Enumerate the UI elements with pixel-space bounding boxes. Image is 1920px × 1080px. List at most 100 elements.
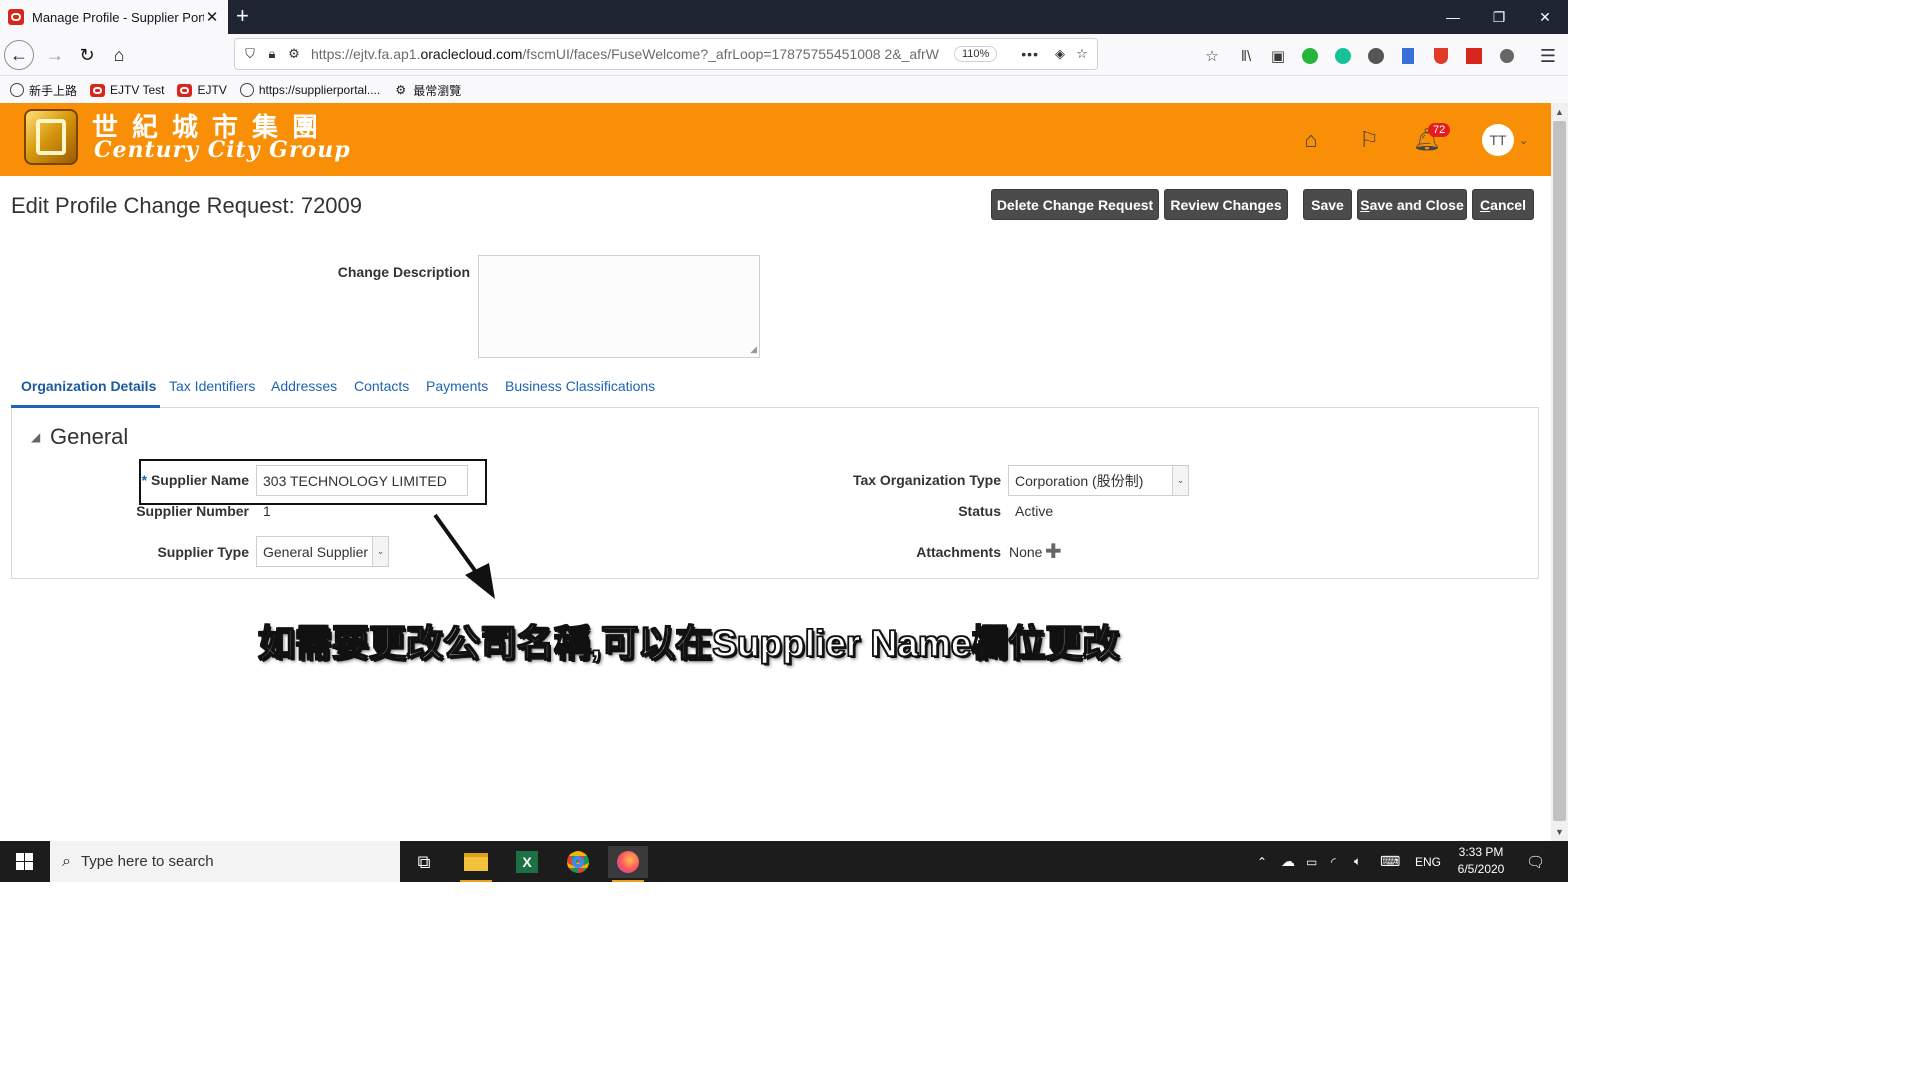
tax-organization-type-label: Tax Organization Type (852, 472, 1001, 488)
supplier-type-value: General Supplier (263, 543, 369, 560)
bookmark-ejtv[interactable]: EJTV (177, 83, 227, 97)
library-icon[interactable]: ‖\ (1236, 46, 1256, 66)
extension-grammarly-icon[interactable] (1333, 46, 1353, 66)
tab-payments[interactable]: Payments (426, 378, 488, 394)
taskbar-clock[interactable]: 3:33 PM 6/5/2020 (1446, 844, 1516, 878)
volume-icon[interactable]: 🔈︎ (1354, 841, 1361, 882)
flag-icon[interactable]: ⚐ (1356, 127, 1382, 153)
shield-icon[interactable]: ⛉ (239, 46, 261, 62)
extension-shield-icon[interactable] (1431, 46, 1451, 66)
browser-tab[interactable]: Manage Profile - Supplier Porta ✕ (0, 0, 228, 34)
close-tab-icon[interactable]: ✕ (204, 8, 220, 26)
change-description-textarea[interactable]: ◢ (478, 255, 760, 358)
onedrive-icon[interactable]: ☁ (1281, 841, 1295, 882)
zoom-level[interactable]: 110% (953, 46, 998, 62)
start-button[interactable] (0, 841, 48, 882)
chevron-down-icon[interactable]: ⌄ (1172, 466, 1188, 495)
forward-arrow-icon[interactable]: → (40, 40, 70, 70)
supplier-type-select[interactable]: General Supplier ⌄ (256, 536, 389, 567)
delete-change-request-button[interactable]: Delete Change Request (991, 189, 1159, 220)
profile-tabs: Organization Details Tax Identifiers Add… (11, 373, 1539, 408)
pocket-icon[interactable]: ◈ (1049, 46, 1071, 62)
collapse-triangle-icon[interactable]: ◢ (31, 430, 40, 444)
tab-organization-details[interactable]: Organization Details (21, 378, 156, 394)
scroll-down-icon[interactable]: ▼ (1551, 824, 1568, 840)
bookmark-getting-started[interactable]: 新手上路 (10, 82, 77, 99)
attachments-label: Attachments (916, 544, 1001, 560)
tab-business-classifications[interactable]: Business Classifications (505, 378, 655, 394)
firefox-icon[interactable] (608, 846, 648, 882)
action-center-icon[interactable]: 🗨︎ (1526, 841, 1545, 882)
clock-time: 3:33 PM (1458, 845, 1504, 859)
add-attachment-icon[interactable]: ✚ (1045, 542, 1062, 562)
back-arrow-icon[interactable]: ← (4, 40, 34, 70)
home-icon[interactable]: ⌂ (104, 40, 134, 70)
scroll-up-icon[interactable]: ▲ (1551, 104, 1568, 120)
annotation-highlight-box (139, 459, 487, 505)
search-placeholder: Type here to search (80, 853, 214, 870)
taskbar-search-box[interactable]: ⌕ Type here to search (50, 841, 400, 882)
file-explorer-icon[interactable] (456, 846, 496, 882)
section-title: General (50, 424, 129, 449)
tab-addresses[interactable]: Addresses (271, 378, 337, 394)
bookmark-most-visited[interactable]: ⚙ 最常瀏覽 (393, 82, 461, 99)
tax-organization-type-select[interactable]: Corporation (股份制) ⌄ (1008, 465, 1189, 496)
vertical-scrollbar[interactable]: ▲ ▼ (1551, 103, 1568, 841)
task-view-icon[interactable]: ⧉ (404, 846, 444, 878)
review-changes-button[interactable]: Review Changes (1164, 189, 1288, 220)
show-hidden-icons-icon[interactable]: ⌃ (1257, 841, 1267, 882)
supplier-number-label: Supplier Number (136, 503, 249, 519)
sidebar-icon[interactable]: ▣ (1268, 46, 1288, 66)
extension-check-icon[interactable] (1300, 46, 1320, 66)
browser-tab-strip: Manage Profile - Supplier Porta ✕ + — ❐ … (0, 0, 1568, 34)
globe-icon (10, 83, 24, 97)
attachments-value: None (1009, 544, 1043, 560)
account-icon[interactable] (1366, 46, 1386, 66)
company-logo-icon (24, 109, 78, 165)
bookmark-ejtv-test[interactable]: EJTV Test (90, 83, 164, 97)
bookmark-star-icon[interactable]: ☆ (1071, 46, 1093, 62)
save-button[interactable]: Save (1303, 189, 1352, 220)
logo-english-text: Century City Group (94, 137, 351, 163)
home-icon[interactable]: ⌂ (1298, 127, 1324, 153)
address-bar[interactable]: ⛉ 🔒︎ ⚙ https://ejtv.fa.ap1.oraclecloud.c… (234, 38, 1098, 70)
reading-list-icon[interactable]: ☆ (1202, 46, 1222, 66)
oracle-favicon-icon (8, 9, 24, 25)
minimize-icon[interactable]: — (1430, 0, 1476, 34)
chevron-down-icon[interactable]: ⌄ (372, 537, 388, 566)
battery-icon[interactable]: ▭ (1306, 841, 1317, 882)
reload-icon[interactable]: ↻ (72, 40, 102, 70)
browser-tab-title: Manage Profile - Supplier Porta (32, 9, 204, 25)
new-tab-icon[interactable]: + (236, 5, 249, 27)
tab-tax-identifiers[interactable]: Tax Identifiers (169, 378, 255, 394)
wifi-icon[interactable]: ◜ (1331, 841, 1336, 882)
cancel-button[interactable]: Cancel (1472, 189, 1534, 220)
windows-logo-icon (15, 853, 33, 870)
clock-date: 6/5/2020 (1457, 862, 1505, 876)
oracle-icon (90, 83, 106, 97)
oracle-icon (177, 83, 193, 97)
excel-icon[interactable]: X (507, 846, 547, 878)
keyboard-icon[interactable]: ⌨ (1380, 841, 1400, 882)
chevron-down-icon[interactable]: ⌄ (1519, 134, 1528, 147)
language-indicator[interactable]: ENG (1415, 841, 1441, 882)
close-window-icon[interactable]: ✕ (1522, 0, 1568, 34)
extension-bookmark-icon[interactable] (1398, 46, 1418, 66)
lock-icon[interactable]: 🔒︎ (261, 46, 283, 62)
user-avatar[interactable]: TT (1482, 124, 1514, 156)
extension-pdf-icon[interactable] (1464, 46, 1484, 66)
page-actions-icon[interactable]: ••• (1021, 46, 1039, 62)
url-text[interactable]: https://ejtv.fa.ap1.oraclecloud.com/fscm… (305, 46, 954, 62)
restore-icon[interactable]: ❐ (1476, 0, 1522, 34)
resize-grip-icon[interactable]: ◢ (750, 344, 757, 355)
annotation-text: 如需要更改公司名稱,可以在Supplier Name欄位更改 (257, 622, 1120, 665)
save-and-close-button[interactable]: Save and Close (1357, 189, 1467, 220)
permissions-icon[interactable]: ⚙ (283, 46, 305, 62)
notification-count-badge: 72 (1428, 123, 1451, 137)
extension-misc-icon[interactable] (1497, 46, 1517, 66)
chrome-icon[interactable] (558, 846, 598, 878)
tab-contacts[interactable]: Contacts (354, 378, 409, 394)
menu-icon[interactable]: ☰ (1538, 46, 1558, 66)
scrollbar-thumb[interactable] (1553, 121, 1566, 821)
bookmark-supplier-portal[interactable]: https://supplierportal.... (239, 83, 380, 97)
